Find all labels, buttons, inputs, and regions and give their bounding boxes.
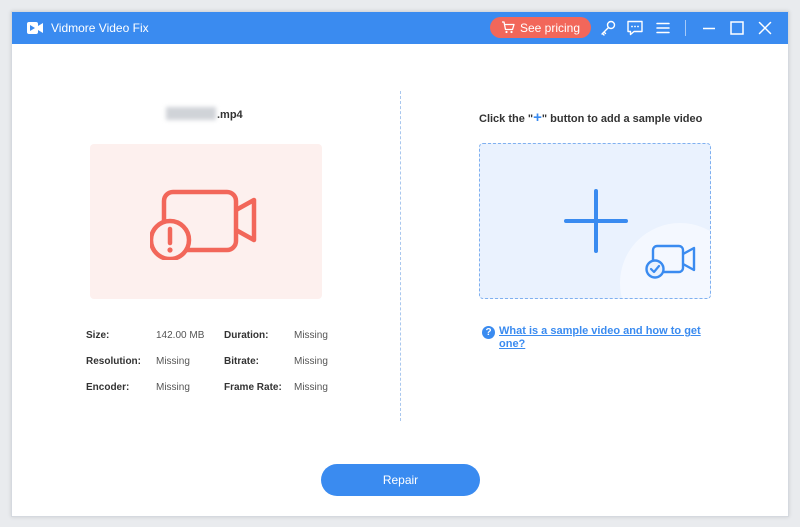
app-window: Vidmore Video Fix See pricing .mp4 Size:… [11,11,789,517]
minimize-icon[interactable] [700,19,718,37]
info-label-encoder: Encoder: [86,382,130,393]
chat-icon[interactable] [626,19,644,37]
see-pricing-label: See pricing [519,20,581,35]
title-bar-divider [685,20,686,36]
info-value-encoder: Missing [156,382,190,393]
maximize-icon[interactable] [728,19,746,37]
info-value-resolution: Missing [156,356,190,367]
close-icon[interactable] [756,19,774,37]
file-name: .mp4 [166,107,243,121]
plus-icon [564,189,628,253]
sample-video-help-text: What is a sample video and how to get on… [499,325,701,350]
vidmore-logo-icon [27,22,43,34]
inline-plus-icon: + [533,109,542,126]
video-check-icon [645,244,696,279]
info-label-duration: Duration: [224,330,269,341]
menu-icon[interactable] [654,19,672,37]
panel-divider [400,91,401,421]
info-label-frame-rate: Frame Rate: [224,382,282,393]
info-label-resolution: Resolution: [86,356,141,367]
info-value-bitrate: Missing [294,356,328,367]
question-icon: ? [482,326,495,339]
redacted-file-name [166,107,216,120]
info-value-frame-rate: Missing [294,382,328,393]
cart-icon [501,21,515,34]
info-label-bitrate: Bitrate: [224,356,260,367]
add-sample-video-button[interactable] [479,143,711,299]
broken-video-preview [90,144,322,299]
info-value-duration: Missing [294,330,328,341]
sample-video-help-link[interactable]: ? What is a sample video and how to get … [482,325,722,351]
info-label-size: Size: [86,330,110,341]
app-title: Vidmore Video Fix [51,21,149,35]
title-bar: Vidmore Video Fix See pricing [12,12,788,44]
info-value-size: 142.00 MB [156,330,205,341]
repair-button[interactable]: Repair [321,464,480,496]
see-pricing-button[interactable]: See pricing [490,17,591,38]
main-content: .mp4 Size: 142.00 MB Duration: Missing R… [12,44,788,518]
sample-instruction: Click the "+" button to add a sample vid… [479,109,703,126]
video-error-icon [150,189,257,260]
key-icon[interactable] [599,19,617,37]
